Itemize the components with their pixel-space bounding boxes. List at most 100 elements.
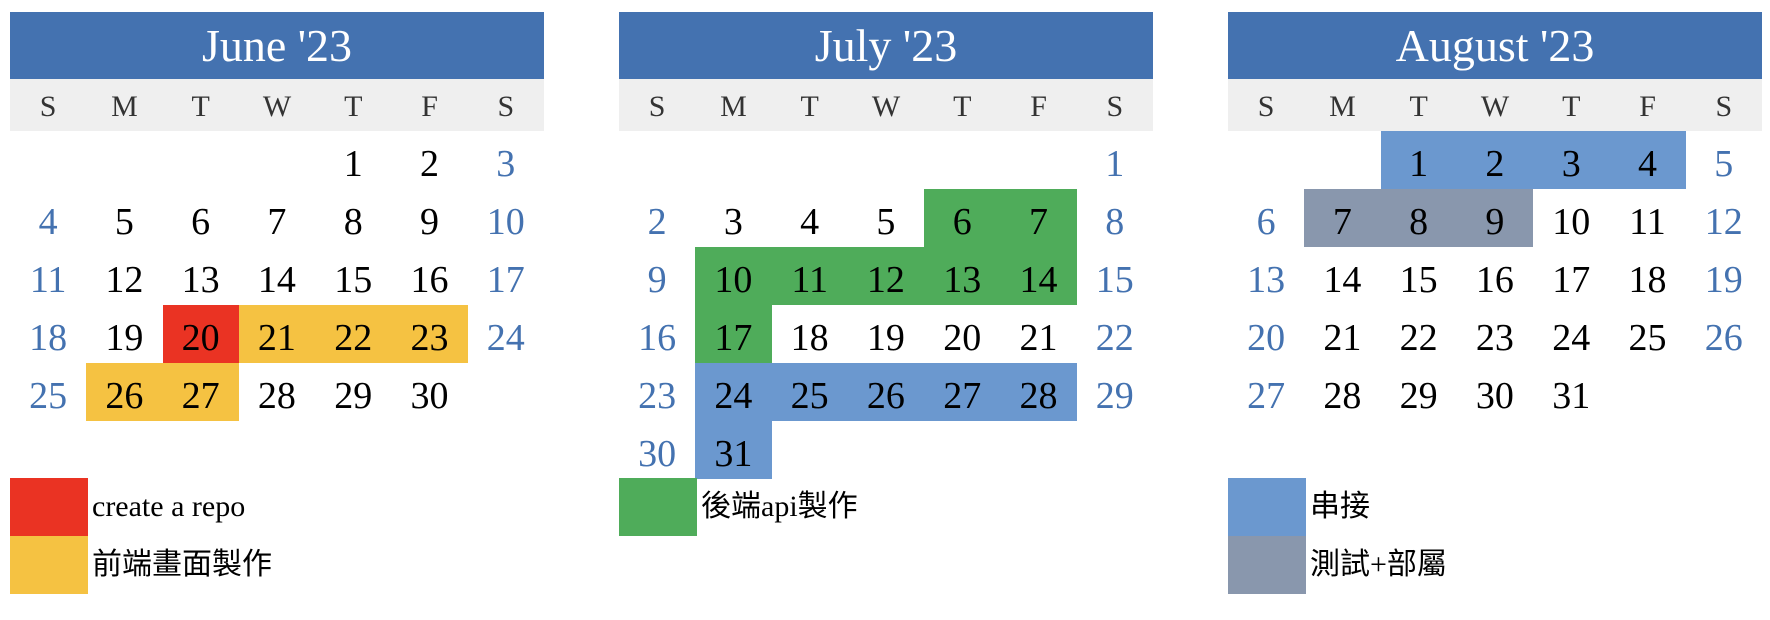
legend-swatch-create-repo <box>10 478 88 536</box>
weekday-label: S <box>1715 90 1733 123</box>
day-cell: 29 <box>1399 375 1438 417</box>
day-cell: 7 <box>1000 189 1077 247</box>
weekday-label: T <box>953 90 972 123</box>
day-cell: 20 <box>162 305 239 363</box>
day-cell: 11 <box>771 247 848 305</box>
day-cell: 8 <box>1105 201 1125 243</box>
day-cell: 26 <box>847 363 925 421</box>
day-cell: 19 <box>866 317 905 359</box>
day-cell: 25 <box>29 375 68 417</box>
day-cell: 17 <box>695 305 772 363</box>
day-cell: 4 <box>1609 131 1686 189</box>
legend-testing-deploy: 測試+部屬 <box>1228 536 1447 594</box>
legend-label: 前端畫面製作 <box>92 548 272 581</box>
day-cell: 30 <box>410 375 449 417</box>
empty-cell <box>772 131 848 189</box>
day-cell: 27 <box>924 363 1001 421</box>
day-cell: 24 <box>695 363 772 421</box>
day-cell: 7 <box>267 201 287 243</box>
legend-swatch-frontend <box>10 536 88 594</box>
day-cell: 5 <box>114 201 134 243</box>
empty-cell <box>848 131 924 189</box>
day-cell: 25 <box>1628 317 1667 359</box>
weekday-label: T <box>800 90 819 123</box>
day-cell: 4 <box>38 201 58 243</box>
weekday-label: M <box>720 90 747 123</box>
day-cell: 22 <box>315 305 392 363</box>
day-cell: 16 <box>638 317 677 359</box>
day-cell: 12 <box>105 259 144 301</box>
weekday-row: SMTWTFS <box>1228 79 1762 131</box>
legend-swatch-backend-api <box>619 478 697 536</box>
day-cell: 25 <box>771 363 848 421</box>
day-cell: 2 <box>1456 131 1534 189</box>
empty-cell <box>10 131 86 189</box>
weekday-label: M <box>111 90 138 123</box>
day-cell: 31 <box>695 421 772 479</box>
day-cell: 14 <box>257 259 296 301</box>
day-cell: 15 <box>1095 259 1134 301</box>
weekday-label: W <box>871 90 901 123</box>
day-cell: 8 <box>1380 189 1457 247</box>
weekday-label: S <box>497 90 515 123</box>
legend-label: 測試+部屬 <box>1310 548 1447 581</box>
day-cell: 2 <box>647 201 667 243</box>
day-cell: 28 <box>1323 375 1362 417</box>
day-cell: 30 <box>638 433 677 475</box>
day-cell: 15 <box>1399 259 1438 301</box>
weekday-label: S <box>1257 90 1275 123</box>
day-cell: 20 <box>943 317 982 359</box>
day-cell: 26 <box>1704 317 1743 359</box>
day-cell: 24 <box>486 317 525 359</box>
weekday-row: SMTWTFS <box>10 79 544 131</box>
day-cell: 28 <box>1000 363 1077 421</box>
weekday-label: T <box>344 90 363 123</box>
day-cell: 23 <box>391 305 468 363</box>
day-cell: 9 <box>1456 189 1534 247</box>
day-cell: 6 <box>191 201 211 243</box>
day-cell: 17 <box>1552 259 1591 301</box>
weekday-label: M <box>1329 90 1356 123</box>
day-cell: 12 <box>1704 201 1743 243</box>
day-cell: 5 <box>876 201 896 243</box>
legend-label: 串接 <box>1310 490 1370 523</box>
day-cell: 9 <box>647 259 667 301</box>
day-cell: 18 <box>1628 259 1667 301</box>
day-cell: 23 <box>638 375 677 417</box>
day-cell: 10 <box>486 201 525 243</box>
month-title: August '23 <box>1228 12 1762 79</box>
weekday-label: F <box>1030 90 1047 123</box>
weekday-row: SMTWTFS <box>619 79 1153 131</box>
day-cell: 9 <box>419 201 439 243</box>
calendar-july: July '23 SMTWTFS 1 2 3 4 5 6 7 8 9 10 11 12 13 14 15 16… <box>619 12 1153 479</box>
day-cell: 15 <box>334 259 373 301</box>
day-cell: 3 <box>723 201 743 243</box>
legend-create-repo: create a repo <box>10 478 245 536</box>
day-cell: 1 <box>1380 131 1457 189</box>
day-cell: 1 <box>343 143 363 185</box>
day-cell: 21 <box>238 305 316 363</box>
day-cell: 13 <box>181 259 220 301</box>
day-cell: 4 <box>800 201 820 243</box>
empty-cell <box>619 131 695 189</box>
day-cell: 27 <box>162 363 239 421</box>
day-cell: 18 <box>29 317 68 359</box>
day-cell: 3 <box>1533 131 1610 189</box>
day-cell: 19 <box>105 317 144 359</box>
day-grid: 1 2 3 4 5 6 7 8 9 10 11 12 13 14 15 16 17 18 19 20 21 22 23 24 2… <box>10 131 544 421</box>
day-cell: 3 <box>496 143 516 185</box>
day-cell: 24 <box>1552 317 1591 359</box>
legend-label: 後端api製作 <box>701 490 858 523</box>
calendar-august: August '23 SMTWTFS 1 2 3 4 5 6 7 8 9 10 11 12 13 14 15… <box>1228 12 1762 421</box>
weekday-label: T <box>1409 90 1428 123</box>
weekday-label: W <box>262 90 292 123</box>
day-cell: 8 <box>343 201 363 243</box>
day-grid: 1 2 3 4 5 6 7 8 9 10 11 12 13 14 15 16 17 18 19 20 21 22 23 24 2… <box>1228 131 1762 421</box>
day-cell: 2 <box>419 143 439 185</box>
day-cell: 14 <box>1000 247 1077 305</box>
day-cell: 7 <box>1304 189 1381 247</box>
day-cell: 29 <box>334 375 373 417</box>
legend-swatch-testing-deploy <box>1228 536 1306 594</box>
day-cell: 16 <box>410 259 449 301</box>
empty-cell <box>924 131 1000 189</box>
